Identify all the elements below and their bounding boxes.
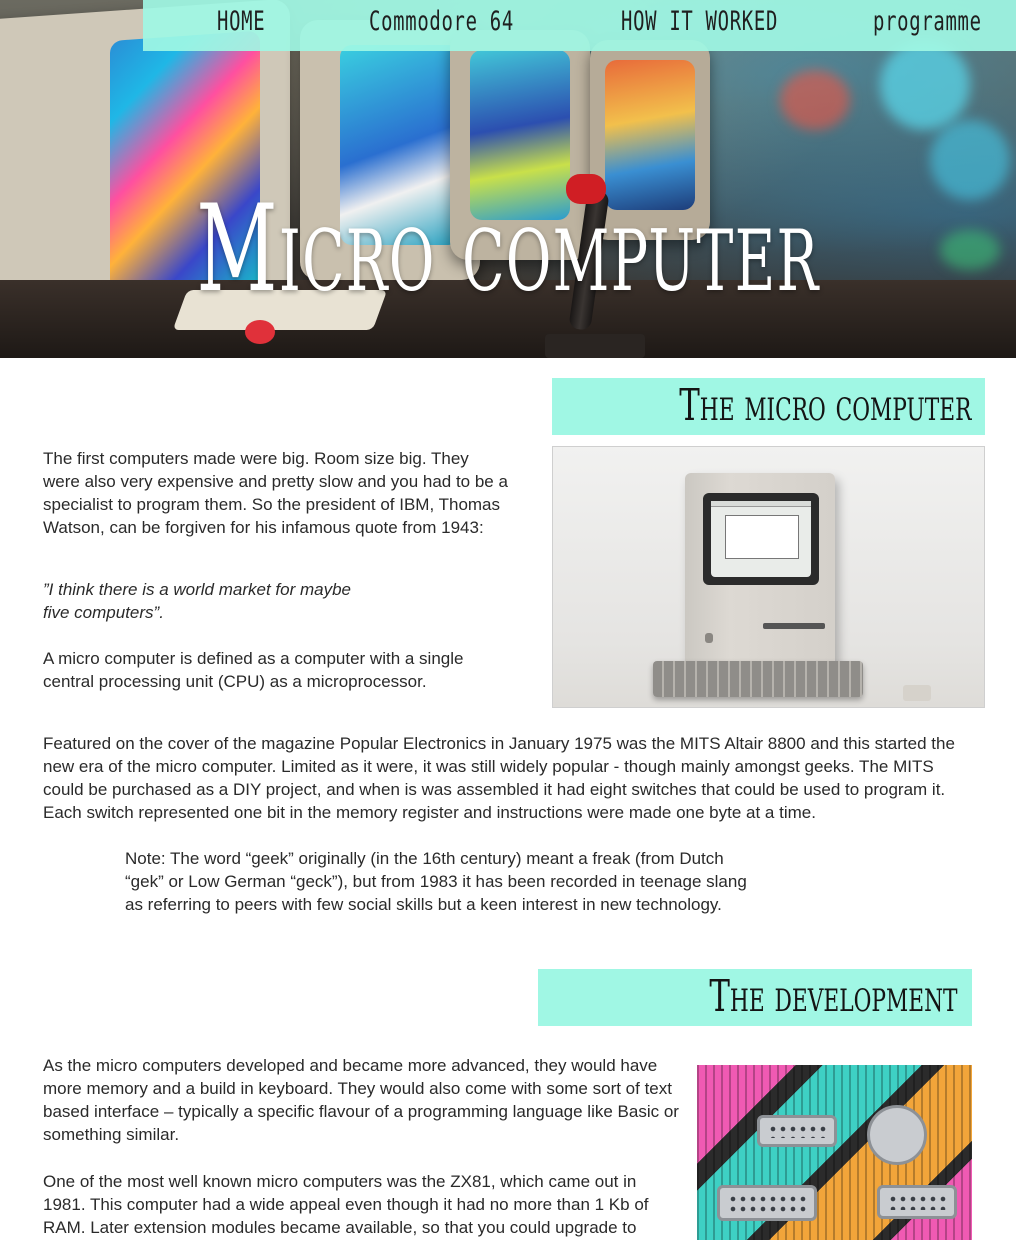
hero-red-knob — [245, 320, 275, 344]
parallel-port-icon — [717, 1185, 817, 1221]
altair-paragraph: Featured on the cover of the magazine Po… — [43, 734, 955, 822]
definition-paragraph: A micro computer is defined as a compute… — [43, 649, 464, 691]
macintosh-mouse — [903, 685, 931, 701]
section-heading-text: The development — [709, 971, 958, 1022]
round-port-icon — [867, 1105, 927, 1165]
macintosh-photo — [552, 446, 985, 708]
hero-light-2 — [930, 120, 1010, 200]
geek-note: Note: The word “geek” originally (in the… — [125, 849, 747, 914]
nav-commodore-64-link[interactable]: Commodore 64 — [369, 6, 514, 37]
macintosh-computer — [685, 473, 835, 673]
hero-banner: Micro computer — [0, 0, 1016, 358]
dsub-port-icon — [877, 1185, 957, 1219]
top-navigation: HOME Commodore 64 HOW IT WORKED programm… — [143, 0, 1016, 51]
page-title: Micro computer — [196, 180, 820, 319]
section-heading-text: The micro computer — [678, 380, 971, 431]
apple-logo-icon — [705, 633, 713, 643]
nav-programme-link[interactable]: programme — [873, 6, 982, 37]
joystick-base — [545, 334, 645, 358]
section-heading-development: The development — [538, 969, 972, 1026]
macintosh-keyboard — [653, 661, 863, 697]
development-paragraph: As the micro computers developed and bec… — [43, 1056, 679, 1144]
watson-quote: ”I think there is a world market for may… — [43, 580, 352, 622]
hero-light-3 — [780, 70, 850, 130]
nav-how-it-worked-link[interactable]: HOW IT WORKED — [621, 6, 778, 37]
section-heading-micro-computer: The micro computer — [552, 378, 985, 435]
hero-light-4 — [940, 230, 1000, 270]
hero-light-1 — [880, 40, 970, 130]
nav-home-link[interactable]: HOME — [217, 6, 265, 37]
serial-port-icon — [757, 1115, 837, 1147]
zx81-paragraph: One of the most well known micro compute… — [43, 1172, 649, 1237]
intro-paragraph: The first computers made were big. Room … — [43, 449, 508, 537]
io-ports-photo — [697, 1065, 972, 1240]
